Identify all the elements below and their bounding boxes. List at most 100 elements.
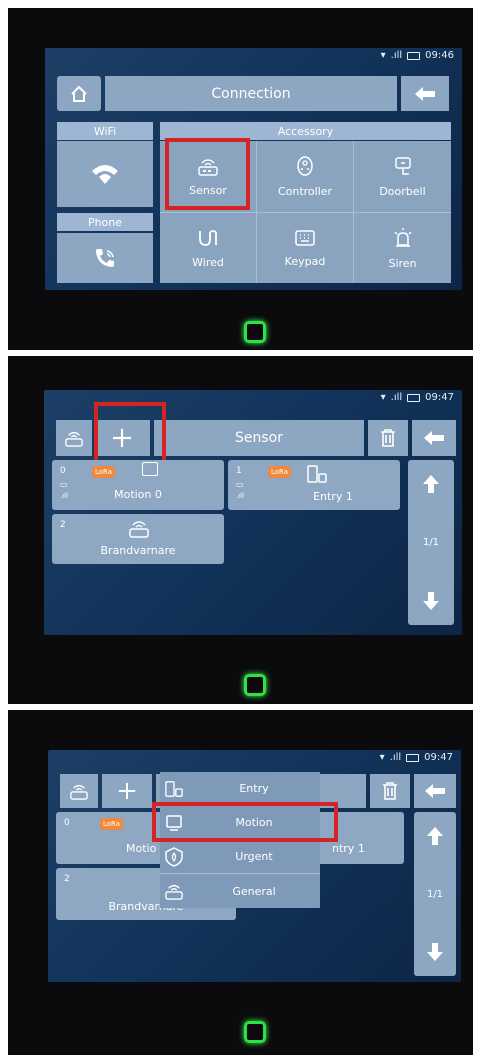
arrow-down-icon[interactable] [426, 942, 444, 962]
home-hardware-button[interactable] [244, 321, 266, 343]
lora-badge: LoRa [100, 818, 124, 830]
phone-icon [96, 249, 114, 267]
status-bar: ▾ .ıll 09:46 [381, 50, 454, 61]
back-arrow-icon [424, 431, 444, 445]
back-button[interactable] [412, 420, 456, 456]
home-hardware-button[interactable] [244, 674, 266, 696]
signal-icon: .ıll [236, 492, 245, 500]
signal-icon: .ıll [390, 392, 403, 403]
keypad-button[interactable]: Keypad [257, 213, 354, 283]
controller-button[interactable]: Controller [257, 141, 354, 213]
scroll-column: 1/1 [414, 812, 456, 976]
wifi-status-icon: ▾ [379, 752, 385, 763]
page-indicator: 1/1 [422, 537, 440, 548]
motion-sensor-icon [142, 462, 158, 476]
sensor-label: Entry 1 [313, 490, 353, 503]
siren-icon [393, 227, 412, 247]
highlight-add-button [94, 402, 166, 468]
sensor-index: 2 [60, 520, 66, 530]
home-icon [71, 85, 87, 102]
menu-item-general[interactable]: General [160, 874, 320, 908]
wifi-status-icon: ▾ [380, 50, 386, 61]
delete-button[interactable] [368, 420, 408, 456]
controller-icon [297, 156, 313, 176]
sensor-icon [65, 431, 83, 447]
sensor-icon [165, 884, 183, 900]
sensor-index: 0 [64, 818, 70, 828]
home-button[interactable] [57, 76, 101, 111]
back-button[interactable] [414, 774, 456, 808]
menu-label: Urgent [235, 850, 273, 863]
controller-label: Controller [277, 185, 333, 198]
arrow-down-icon[interactable] [422, 591, 440, 611]
menu-item-urgent[interactable]: Urgent [160, 840, 320, 874]
sensor-type-button[interactable] [56, 420, 92, 456]
sensor-icon [129, 521, 149, 538]
panel-connection: ▾ .ıll 09:46 Connection WiFi Phone Acces… [8, 8, 473, 350]
sensor-icon [70, 784, 88, 800]
sensor-index: 0 [60, 466, 66, 476]
menu-label: Entry [239, 782, 269, 795]
doorbell-label: Doorbell [379, 185, 426, 198]
wired-icon [199, 229, 217, 246]
sensor-label: ntry 1 [332, 842, 365, 855]
sensor-label: Motio [126, 842, 157, 855]
sensor-card[interactable]: 2 Brandvarnare [52, 514, 224, 564]
arrow-up-icon[interactable] [426, 826, 444, 846]
trash-icon [383, 782, 397, 800]
sensor-label: Brandvarnare [100, 544, 176, 557]
panel-sensor-list: ▾ .ıll 09:47 Sensor 0 ▭ .ıll LoRa Motion… [8, 356, 473, 704]
status-bar: ▾ .ıll 09:47 [381, 392, 454, 403]
phone-header: Phone [57, 213, 153, 231]
signal-icon: .ıll [390, 50, 403, 61]
menu-item-entry[interactable]: Entry [160, 772, 320, 806]
status-bar: ▾ .ıll 09:47 [380, 752, 453, 763]
page-indicator: 1/1 [426, 888, 444, 900]
keypad-icon [295, 229, 315, 246]
battery-icon [407, 393, 421, 402]
screen-sensor-list: ▾ .ıll 09:47 Sensor 0 ▭ .ıll LoRa Motion… [44, 390, 462, 635]
wired-button[interactable]: Wired [160, 213, 257, 283]
back-arrow-icon [425, 784, 445, 798]
sensor-type-button[interactable] [60, 774, 98, 808]
battery-icon [406, 753, 420, 762]
plus-icon [118, 782, 136, 800]
doorbell-icon [394, 157, 411, 175]
lora-badge: LoRa [268, 466, 292, 478]
trash-icon [381, 429, 395, 447]
wifi-icon [92, 165, 118, 184]
back-arrow-icon [415, 86, 435, 101]
sensor-card[interactable]: 1 ▭ .ıll LoRa Entry 1 [228, 460, 400, 510]
add-sensor-button[interactable] [102, 774, 152, 808]
screen-sensor-type-menu: ▾ .ıll 09:47 0 LoRa Motio ntry 1 2 Brand… [48, 750, 461, 982]
back-button[interactable] [401, 76, 449, 111]
status-time: 09:47 [425, 392, 454, 403]
wired-label: Wired [192, 255, 224, 269]
urgent-icon [165, 846, 183, 867]
sensor-index: 2 [64, 874, 70, 884]
arrow-up-icon[interactable] [422, 474, 440, 494]
delete-button[interactable] [370, 774, 410, 808]
lora-badge: LoRa [92, 466, 116, 478]
phone-button[interactable] [57, 233, 153, 283]
page-title: Sensor [154, 420, 364, 456]
sensor-index: 1 [236, 466, 242, 476]
scroll-column: 1/1 [408, 460, 454, 625]
highlight-motion [152, 802, 338, 842]
page-title: Connection [105, 76, 397, 111]
battery-icon [407, 51, 421, 60]
panel-sensor-type-menu: ▾ .ıll 09:47 0 LoRa Motio ntry 1 2 Brand… [8, 710, 473, 1055]
doorbell-button[interactable]: Doorbell [354, 141, 451, 213]
wifi-header: WiFi [57, 122, 153, 140]
home-hardware-button[interactable] [244, 1021, 266, 1043]
entry-sensor-icon [165, 780, 183, 797]
siren-button[interactable]: Siren [354, 213, 451, 283]
screen-connection: ▾ .ıll 09:46 Connection WiFi Phone Acces… [45, 48, 462, 290]
status-time: 09:47 [424, 752, 453, 763]
sensor-card[interactable]: 0 ▭ .ıll LoRa Motion 0 [52, 460, 224, 510]
sensor-label: Motion 0 [114, 488, 162, 501]
wifi-button[interactable] [57, 141, 153, 207]
battery-icon: ▭ [236, 480, 244, 489]
entry-sensor-icon [307, 465, 327, 483]
keypad-label: Keypad [284, 254, 326, 268]
